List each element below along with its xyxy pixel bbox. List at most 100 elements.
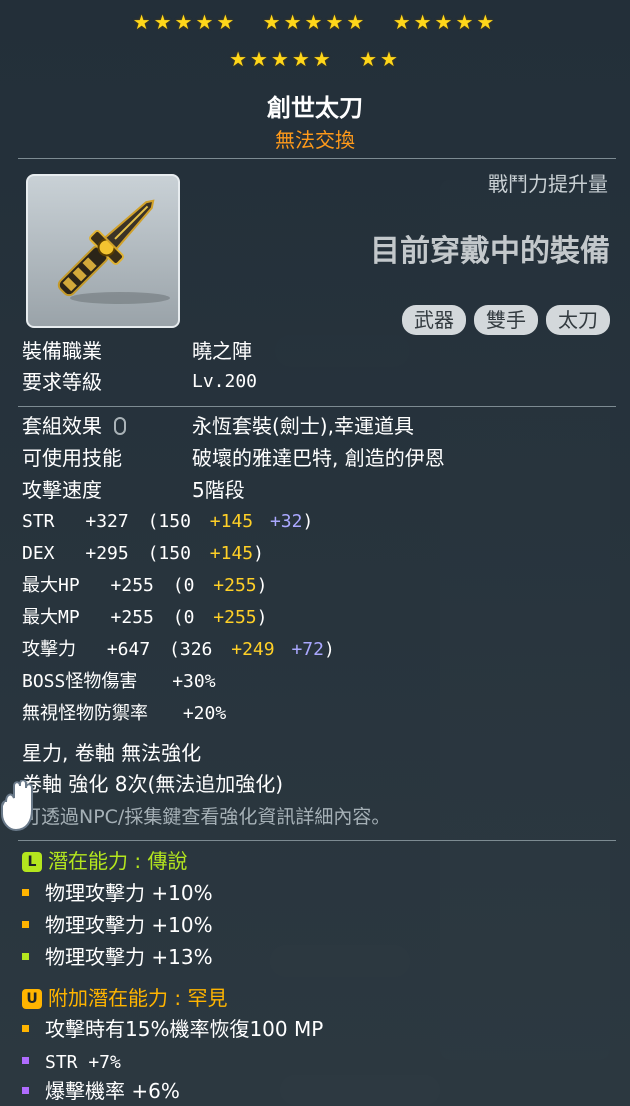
stat-label: 攻擊力 xyxy=(22,639,76,660)
attack-speed-value: 5階段 xyxy=(192,478,245,502)
stat-label: BOSS怪物傷害 xyxy=(22,671,138,692)
stat-bonus-flame: +145 xyxy=(209,511,254,532)
stat-close: ) xyxy=(256,575,268,596)
stat-label: 最大HP xyxy=(22,575,80,596)
divider xyxy=(18,158,616,159)
star-group-4: ★★★★★ xyxy=(229,47,334,71)
additional-line-text: STR +7% xyxy=(45,1052,121,1073)
req-level-value: Lv.200 xyxy=(192,371,258,392)
item-tags: 武器 雙手 太刀 xyxy=(402,305,610,335)
star-group-5: ★★ xyxy=(359,47,401,71)
potential-line: 物理攻擊力 +10% xyxy=(22,912,213,938)
equipped-label: 目前穿戴中的裝備 xyxy=(370,234,610,269)
glove-cursor-icon xyxy=(1,780,33,832)
stat-label: STR xyxy=(22,511,55,532)
stat-atk-row: 攻擊力 +647 (326 +249 +72) xyxy=(22,637,335,663)
additional-potential-title: 附加潛在能力 : 罕見 xyxy=(48,986,228,1010)
req-job-value: 曉之陣 xyxy=(192,339,252,363)
additional-potential-line: 爆擊機率 +6% xyxy=(22,1078,180,1104)
potential-header: L 潛在能力 : 傳說 xyxy=(22,848,187,874)
stat-close: ) xyxy=(253,543,264,564)
star-force-row-1: ★★★★★ ★★★★★ ★★★★★ xyxy=(0,12,630,32)
divider xyxy=(18,840,616,841)
stat-base: (0 xyxy=(172,607,195,628)
set-effect-row: 套組效果 永恆套裝(劍士),幸運道具 xyxy=(22,413,414,439)
stat-bonus-flame: +249 xyxy=(231,639,275,660)
stat-mp-row: 最大MP +255 (0 +255) xyxy=(22,605,267,631)
item-tooltip: ★★★★★ ★★★★★ ★★★★★ ★★★★★ ★★ 創世太刀 無法交換 戰鬥力… xyxy=(0,0,630,1106)
stat-dex-row: DEX +295 (150 +145) xyxy=(22,541,264,567)
star-group-3: ★★★★★ xyxy=(392,10,498,34)
enhance-hint: 可透過NPC/採集鍵查看強化資訊詳細內容。 xyxy=(22,806,391,828)
katana-icon xyxy=(57,199,170,304)
additional-line-text: 攻擊時有15%機率恢復100 MP xyxy=(45,1017,324,1041)
stat-base: (150 xyxy=(147,543,191,564)
power-increase-label: 戰鬥力提升量 xyxy=(488,172,608,196)
bullet-icon xyxy=(22,1057,29,1064)
stat-bonus-flame: +255 xyxy=(213,575,257,596)
additional-potential-line: 攻擊時有15%機率恢復100 MP xyxy=(22,1016,323,1042)
stat-label: DEX xyxy=(22,543,55,564)
stat-total: +647 xyxy=(106,639,151,660)
legendary-badge-icon: L xyxy=(22,852,42,872)
stat-total: +327 xyxy=(85,511,129,532)
trade-status: 無法交換 xyxy=(275,128,355,152)
divider xyxy=(18,406,616,407)
stat-bonus-enhance: +32 xyxy=(269,511,303,532)
enhance-line-1: 星力, 卷軸 無法強化 xyxy=(22,741,202,765)
potential-line: 物理攻擊力 +13% xyxy=(22,944,213,970)
bullet-icon xyxy=(22,1025,29,1032)
stat-bonus-flame: +145 xyxy=(209,543,254,564)
stat-close: ) xyxy=(256,607,268,628)
stat-hp-row: 最大HP +255 (0 +255) xyxy=(22,573,267,599)
bullet-icon xyxy=(22,921,29,928)
stat-close: ) xyxy=(323,639,335,660)
skills-value: 破壞的雅達巴特, 創造的伊恩 xyxy=(192,446,445,470)
stat-str-row: STR +327 (150 +145 +32) xyxy=(22,509,313,535)
tag-two-handed: 雙手 xyxy=(474,305,538,335)
potential-line-text: 物理攻擊力 +10% xyxy=(45,881,213,905)
skills-row: 可使用技能 破壞的雅達巴特, 創造的伊恩 xyxy=(22,445,445,471)
potential-line-text: 物理攻擊力 +13% xyxy=(45,945,213,969)
req-level-row: 要求等級 Lv.200 xyxy=(22,369,257,395)
set-effect-value: 永恆套裝(劍士),幸運道具 xyxy=(192,414,414,438)
stat-total: +20% xyxy=(182,703,227,724)
stat-bonus-flame: +255 xyxy=(213,607,257,628)
req-job-row: 裝備職業 曉之陣 xyxy=(22,338,252,364)
star-force-row-2: ★★★★★ ★★ xyxy=(0,49,630,69)
stat-close: ) xyxy=(302,511,314,532)
tag-weapon: 武器 xyxy=(402,305,466,335)
attack-speed-label: 攻擊速度 xyxy=(22,478,102,502)
stat-boss-row: BOSS怪物傷害 +30% xyxy=(22,669,216,695)
bullet-icon xyxy=(22,1087,29,1094)
stat-bonus-enhance: +72 xyxy=(291,639,324,660)
additional-potential-line: STR +7% xyxy=(22,1048,121,1076)
potential-title: 潛在能力 : 傳說 xyxy=(48,849,188,873)
item-icon-frame xyxy=(26,174,180,328)
skills-label: 可使用技能 xyxy=(22,446,122,470)
stat-label: 最大MP xyxy=(22,607,80,628)
stat-ied-row: 無視怪物防禦率 +20% xyxy=(22,701,226,727)
req-level-label: 要求等級 xyxy=(22,370,102,394)
unique-badge-icon: U xyxy=(22,989,42,1009)
star-group-2: ★★★★★ xyxy=(262,10,368,34)
stat-total: +255 xyxy=(110,607,154,628)
item-name: 創世太刀 xyxy=(267,94,363,122)
req-job-label: 裝備職業 xyxy=(22,339,102,363)
stat-base: (326 xyxy=(169,639,213,660)
mouse-icon xyxy=(114,417,127,435)
potential-line-text: 物理攻擊力 +10% xyxy=(45,913,213,937)
enhance-line-2: 卷軸 強化 8次(無法追加強化) xyxy=(22,772,284,796)
set-effect-label: 套組效果 xyxy=(22,414,102,438)
bullet-icon xyxy=(22,953,29,960)
stat-total: +255 xyxy=(110,575,154,596)
bullet-icon xyxy=(22,889,29,896)
stat-base: (150 xyxy=(147,511,191,532)
star-group-1: ★★★★★ xyxy=(132,10,238,34)
attack-speed-row: 攻擊速度 5階段 xyxy=(22,477,245,503)
stat-label: 無視怪物防禦率 xyxy=(22,703,148,724)
additional-line-text: 爆擊機率 +6% xyxy=(45,1079,180,1103)
stat-total: +30% xyxy=(172,671,216,692)
potential-line: 物理攻擊力 +10% xyxy=(22,880,213,906)
tag-katana: 太刀 xyxy=(546,305,610,335)
